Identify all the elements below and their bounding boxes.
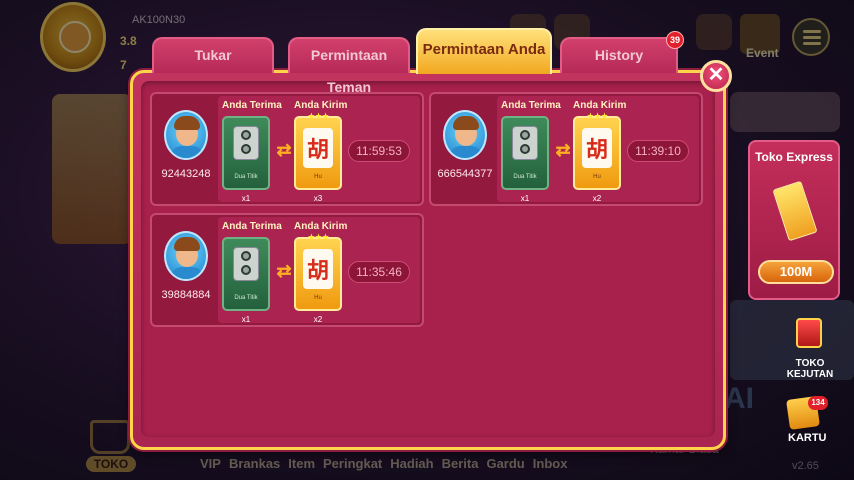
receive-item-name: Dua Titik bbox=[234, 295, 258, 301]
request-card[interactable]: 666544377 Anda Terima Anda Kirim Dua Tit… bbox=[429, 92, 703, 206]
toko-kejutan-label: TOKO KEJUTAN bbox=[786, 358, 834, 380]
send-tile: ★★★ 胡 Hu x2 bbox=[573, 111, 621, 203]
toko-express-title: Toko Express bbox=[755, 150, 833, 164]
buy-price-button[interactable]: 100M bbox=[758, 260, 834, 284]
countdown-timer: 11:35:46 bbox=[348, 261, 410, 283]
receive-item-name: Dua Titik bbox=[234, 174, 258, 180]
receive-tile: Dua Titik x1 bbox=[222, 116, 270, 203]
toko-express-panel[interactable]: Toko Express 100M bbox=[748, 140, 840, 300]
tab-permintaan-anda[interactable]: Permintaan Anda bbox=[416, 28, 552, 74]
history-count-badge: 39 bbox=[666, 31, 684, 49]
swap-icon: ⇄ bbox=[276, 261, 292, 281]
send-item-name: Hu bbox=[593, 174, 601, 180]
user-avatar[interactable] bbox=[164, 110, 208, 160]
user-avatar[interactable] bbox=[164, 231, 208, 281]
request-card[interactable]: 39884884 Anda Terima Anda Kirim Dua Titi… bbox=[150, 213, 424, 327]
send-label: Anda Kirim bbox=[573, 100, 627, 111]
send-tile: ★★★ 胡 Hu x3 bbox=[294, 111, 342, 203]
kartu-button[interactable]: 134 KARTU bbox=[784, 396, 832, 448]
star-rating-icon: ★★★ bbox=[586, 111, 608, 121]
close-button[interactable]: ✕ bbox=[700, 60, 732, 92]
hu-glyph: 胡 bbox=[585, 137, 608, 163]
request-card[interactable]: 92443248 Anda Terima Anda Kirim Dua Titi… bbox=[150, 92, 424, 206]
user-avatar[interactable] bbox=[443, 110, 487, 160]
kartu-label: KARTU bbox=[788, 432, 827, 444]
send-label: Anda Kirim bbox=[294, 100, 348, 111]
user-id: 92443248 bbox=[161, 168, 211, 180]
receive-label: Anda Terima bbox=[501, 100, 561, 111]
star-rating-icon: ★★★ bbox=[307, 232, 329, 242]
toko-kejutan-button[interactable]: TOKO KEJUTAN bbox=[784, 318, 836, 384]
send-tile: ★★★ 胡 Hu x2 bbox=[294, 232, 342, 324]
ticket-icon bbox=[772, 180, 818, 242]
gift-shop-icon bbox=[796, 318, 822, 348]
close-icon: ✕ bbox=[707, 64, 725, 86]
receive-label: Anda Terima bbox=[222, 221, 282, 232]
receive-qty: x1 bbox=[241, 315, 251, 324]
tab-permintaan-teman[interactable]: Permintaan Teman bbox=[288, 37, 410, 95]
user-id: 666544377 bbox=[437, 168, 493, 180]
countdown-timer: 11:59:53 bbox=[348, 140, 410, 162]
send-item-name: Hu bbox=[314, 174, 322, 180]
receive-tile: Dua Titik x1 bbox=[501, 116, 549, 203]
kartu-count-badge: 134 bbox=[808, 396, 828, 410]
send-qty: x2 bbox=[313, 315, 323, 324]
swap-icon: ⇄ bbox=[276, 140, 292, 160]
receive-qty: x1 bbox=[520, 194, 530, 203]
countdown-timer: 11:39:10 bbox=[627, 140, 689, 162]
receive-tile: Dua Titik x1 bbox=[222, 237, 270, 324]
send-qty: x3 bbox=[313, 194, 323, 203]
send-label: Anda Kirim bbox=[294, 221, 348, 232]
receive-item-name: Dua Titik bbox=[513, 174, 537, 180]
star-rating-icon: ★★★ bbox=[307, 111, 329, 121]
receive-qty: x1 bbox=[241, 194, 251, 203]
send-item-name: Hu bbox=[314, 295, 322, 301]
tab-history[interactable]: History bbox=[560, 37, 678, 73]
receive-label: Anda Terima bbox=[222, 100, 282, 111]
hu-glyph: 胡 bbox=[306, 137, 329, 163]
hu-glyph: 胡 bbox=[306, 258, 329, 284]
send-qty: x2 bbox=[592, 194, 602, 203]
user-id: 39884884 bbox=[161, 289, 211, 301]
swap-icon: ⇄ bbox=[555, 140, 571, 160]
tab-tukar[interactable]: Tukar bbox=[152, 37, 274, 73]
